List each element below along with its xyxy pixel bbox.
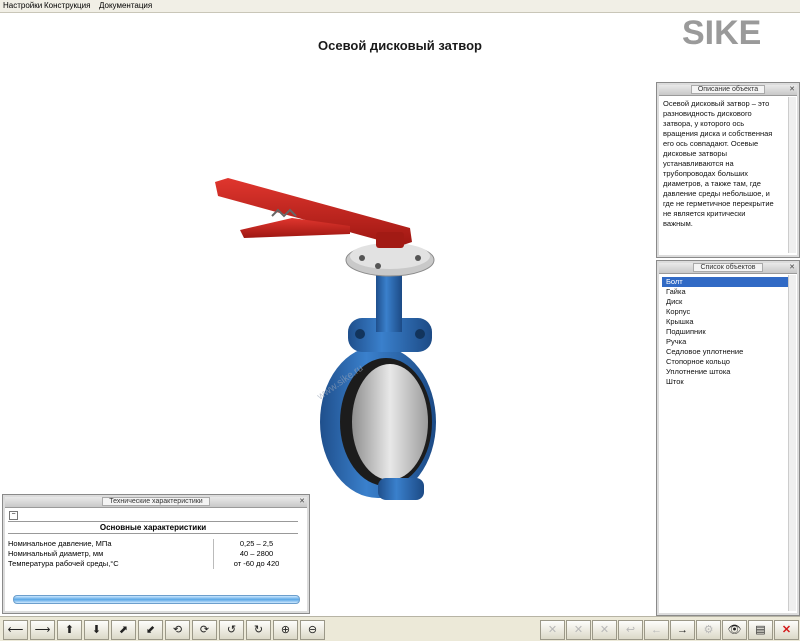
sike-logo: SIKE — [682, 14, 761, 50]
objects-list: Болт Гайка Диск Корпус Крышка Подшипник Ручка С… — [662, 277, 792, 387]
back-icon[interactable]: ← — [644, 620, 669, 640]
rotate-x-icon[interactable]: ⟲ — [165, 620, 190, 640]
object-list-item[interactable]: Стопорное кольцо — [662, 357, 792, 367]
document-icon[interactable]: ▤ — [748, 620, 773, 640]
description-panel: Описание объекта ✕ Осевой дисковый затво… — [656, 82, 800, 258]
collapse-icon[interactable]: − — [9, 511, 18, 520]
rotate-y-icon[interactable]: ⟳ — [192, 620, 217, 640]
rotate-z-left-icon[interactable]: ↺ — [219, 620, 244, 640]
menu-settings[interactable]: Настройки — [3, 1, 42, 10]
objects-panel-title: Список объектов — [693, 263, 763, 272]
valve-neck — [376, 270, 402, 332]
arrow-diag-down-icon[interactable]: ⬋ — [138, 620, 163, 640]
object-list-item[interactable]: Подшипник — [662, 327, 792, 337]
close-icon[interactable]: ✕ — [299, 497, 305, 507]
description-panel-header: Описание объекта ✕ — [659, 85, 797, 96]
spec-value: 40 – 2800 — [213, 549, 299, 559]
description-line: вращения диска и собственная — [663, 129, 773, 138]
description-line: дисковые затворы — [663, 149, 727, 158]
spec-row: Номинальное давление, МПа 0,25 – 2,5 — [8, 539, 298, 549]
description-line: Осевой дисковый затвор – это — [663, 99, 770, 108]
specs-header: Основные характеристики — [8, 521, 298, 534]
specs-panel: Технические характеристики ✕ − Основные … — [2, 494, 310, 614]
description-line: трубопроводах больших — [663, 169, 749, 178]
valve-disc — [352, 364, 428, 480]
valve-3d-view[interactable]: www.sike.ru — [200, 160, 460, 505]
menu-bar: Настройки Конструкция Документация — [0, 0, 800, 13]
split-icon[interactable]: ✕ — [592, 620, 617, 640]
description-line: важным. — [663, 219, 693, 228]
spec-key: Температура рабочей среды,°С — [8, 559, 119, 568]
menu-construction[interactable]: Конструкция — [44, 1, 90, 10]
specs-panel-title: Технические характеристики — [102, 497, 210, 506]
description-panel-title: Описание объекта — [690, 85, 766, 94]
arrow-left-icon[interactable]: ⟵ — [3, 620, 28, 640]
description-line: давление среды небольшое, и — [663, 189, 770, 198]
bolt-icon — [375, 263, 381, 269]
zoom-in-icon[interactable]: ⊕ — [273, 620, 298, 640]
description-line: не является критически — [663, 209, 746, 218]
arrow-diag-up-icon[interactable]: ⬈ — [111, 620, 136, 640]
menu-documentation[interactable]: Документация — [99, 1, 152, 10]
object-list-item[interactable]: Седловое уплотнение — [662, 347, 792, 357]
objects-scrollbar[interactable] — [788, 275, 796, 611]
undo-icon[interactable]: ↩ — [618, 620, 643, 640]
bolt-icon — [415, 255, 421, 261]
description-line: где не герметичное перекрытие — [663, 199, 774, 208]
description-line: устанавливаются на — [663, 159, 734, 168]
handle-hub — [376, 232, 404, 248]
objects-panel: Список объектов ✕ Болт Гайка Диск Корпус Кры… — [656, 260, 800, 616]
specs-panel-header: Технические характеристики ✕ — [5, 497, 307, 508]
close-icon[interactable]: ✕ — [774, 620, 799, 640]
arrow-up-icon[interactable]: ⬆ — [57, 620, 82, 640]
close-icon[interactable]: ✕ — [789, 85, 795, 95]
spec-value: 0,25 – 2,5 — [213, 539, 299, 549]
bottom-toolbar: ⟵ ⟶ ⬆ ⬇ ⬈ ⬋ ⟲ ⟳ ↺ ↻ ⊕ ⊖ ✕ ✕ ✕ ↩ ← → ⚙ 👁 ▤ ✕ — [0, 616, 800, 641]
zoom-out-icon[interactable]: ⊖ — [300, 620, 325, 640]
description-line: разновидность дискового — [663, 109, 752, 118]
bolt-icon — [359, 255, 365, 261]
assemble-icon[interactable]: ✕ — [566, 620, 591, 640]
object-list-item[interactable]: Шток — [662, 377, 792, 387]
object-list-item[interactable]: Уплотнение штока — [662, 367, 792, 377]
objects-panel-header: Список объектов ✕ — [659, 263, 797, 274]
specs-scrollbar[interactable] — [13, 595, 300, 604]
forward-icon[interactable]: → — [670, 620, 695, 640]
settings-icon[interactable]: ⚙ — [696, 620, 721, 640]
object-list-item[interactable]: Ручка — [662, 337, 792, 347]
arrow-down-icon[interactable]: ⬇ — [84, 620, 109, 640]
spec-value: от -60 до 420 — [213, 559, 299, 569]
description-line: затвора, у которого ось — [663, 119, 745, 128]
object-list-item[interactable]: Корпус — [662, 307, 792, 317]
valve-lower-lug — [378, 478, 424, 500]
description-scrollbar[interactable] — [788, 97, 796, 253]
spec-row: Номинальный диаметр, мм 40 – 2800 — [8, 549, 298, 559]
spec-key: Номинальный диаметр, мм — [8, 549, 104, 558]
object-list-item[interactable]: Болт — [662, 277, 792, 287]
spec-key: Номинальное давление, МПа — [8, 539, 112, 548]
lug-hole-icon — [415, 329, 425, 339]
explode-icon[interactable]: ✕ — [540, 620, 565, 640]
object-list-item[interactable]: Гайка — [662, 287, 792, 297]
description-line: диаметров, а также там, где — [663, 179, 761, 188]
description-line: его ось совпадают. Осевые — [663, 139, 759, 148]
object-list-item[interactable]: Крышка — [662, 317, 792, 327]
object-list-item[interactable]: Диск — [662, 297, 792, 307]
lug-hole-icon — [355, 329, 365, 339]
rotate-z-right-icon[interactable]: ↻ — [246, 620, 271, 640]
arrow-right-icon[interactable]: ⟶ — [30, 620, 55, 640]
logo-text: SIKE — [682, 14, 761, 50]
description-text: Осевой дисковый затвор – это разновиднос… — [663, 99, 788, 229]
close-icon[interactable]: ✕ — [789, 263, 795, 273]
spec-row: Температура рабочей среды,°С от -60 до 4… — [8, 559, 298, 569]
view-icon[interactable]: 👁 — [722, 620, 747, 640]
page-title: Осевой дисковый затвор — [318, 38, 482, 53]
